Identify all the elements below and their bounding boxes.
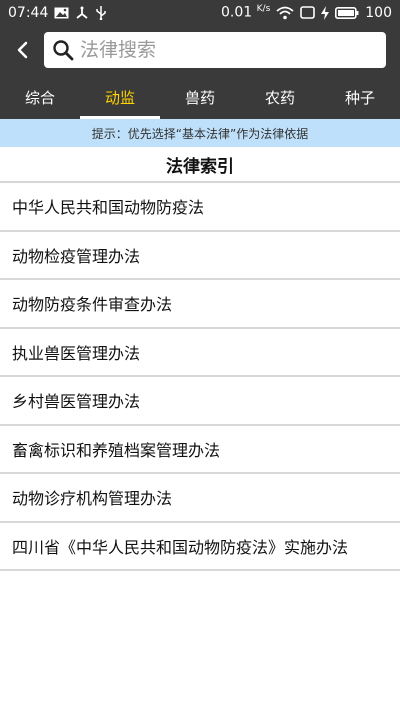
tab-zonghe[interactable]: 综合: [0, 75, 80, 119]
back-button[interactable]: [0, 25, 44, 75]
law-list-item[interactable]: 中华人民共和国动物防疫法: [0, 183, 400, 232]
tab-shouyao[interactable]: 兽药: [160, 75, 240, 119]
back-arrow-icon: [17, 41, 28, 59]
usb-debug-icon: [75, 6, 89, 20]
battery-level: 100: [365, 4, 392, 21]
tip-banner: 提示：优先选择“基本法律”作为法律依据: [0, 119, 400, 147]
battery-icon: [335, 6, 359, 19]
image-icon: [54, 7, 69, 19]
status-time: 07:44: [8, 4, 49, 21]
law-list: 中华人民共和国动物防疫法 动物检疫管理办法 动物防疫条件审查办法 执业兽医管理办…: [0, 183, 400, 571]
wifi-icon: [276, 6, 294, 20]
search-box[interactable]: [44, 32, 386, 68]
search-icon: [53, 40, 74, 61]
law-list-item[interactable]: 四川省《中华人民共和国动物防疫法》实施办法: [0, 523, 400, 571]
law-list-item[interactable]: 执业兽医管理办法: [0, 329, 400, 377]
charging-icon: [321, 5, 330, 20]
status-bar: 07:44 0.01 K/s 100: [0, 0, 400, 25]
law-list-item[interactable]: 动物防疫条件审查办法: [0, 280, 400, 329]
net-speed: 0.01 K/s: [221, 4, 271, 21]
category-tabs: 综合 动监 兽药 农药 种子: [0, 75, 400, 119]
law-list-item[interactable]: 乡村兽医管理办法: [0, 377, 400, 426]
tab-zhongzi[interactable]: 种子: [320, 75, 400, 119]
tab-dongjian[interactable]: 动监: [80, 75, 160, 119]
law-list-item[interactable]: 动物检疫管理办法: [0, 232, 400, 280]
tab-nongyao[interactable]: 农药: [240, 75, 320, 119]
index-title: 法律索引: [0, 147, 400, 183]
header: [0, 25, 400, 75]
screen-icon: [300, 6, 316, 19]
usb-icon: [95, 5, 107, 20]
law-list-item[interactable]: 动物诊疗机构管理办法: [0, 474, 400, 523]
search-input[interactable]: [78, 38, 362, 62]
law-list-item[interactable]: 畜禽标识和养殖档案管理办法: [0, 426, 400, 474]
